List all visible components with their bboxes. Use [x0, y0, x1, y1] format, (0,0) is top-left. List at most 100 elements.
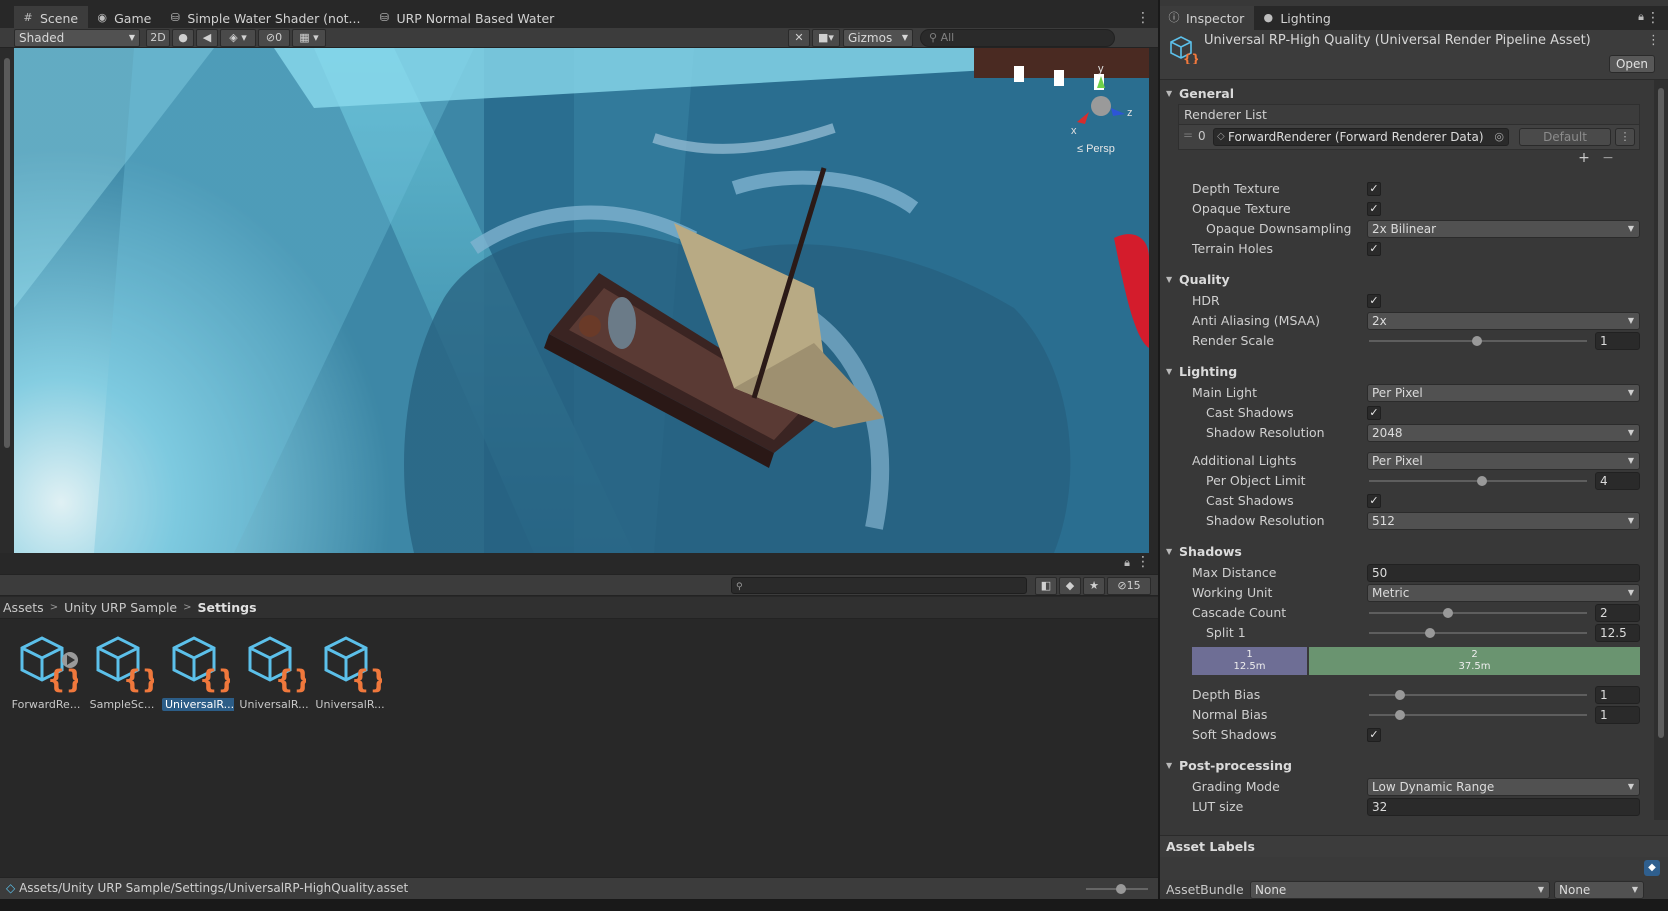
breadcrumb-assets[interactable]: Assets	[3, 600, 44, 615]
section-quality[interactable]: Quality	[1160, 271, 1654, 289]
depth-texture-checkbox[interactable]: ✓	[1367, 182, 1381, 196]
hidden-count: 0	[275, 31, 283, 44]
filter-label-icon[interactable]: ◆	[1059, 577, 1081, 595]
open-button[interactable]: Open	[1608, 55, 1655, 73]
remove-renderer-icon[interactable]: −	[1596, 150, 1620, 168]
section-general[interactable]: General	[1160, 85, 1654, 103]
slider-knob[interactable]	[1395, 690, 1405, 700]
split1-input[interactable]: 12.5	[1595, 624, 1640, 642]
slider-knob[interactable]	[1395, 710, 1405, 720]
favorite-icon[interactable]: ★	[1083, 577, 1105, 595]
renderer-menu-icon[interactable]: ⋮	[1615, 128, 1635, 146]
draw-mode-dropdown[interactable]: Shaded ▼	[14, 29, 140, 47]
soft-shadows-checkbox[interactable]: ✓	[1367, 728, 1381, 742]
more-icon[interactable]: ⋮	[1646, 10, 1660, 26]
main-cast-shadows-checkbox[interactable]: ✓	[1367, 406, 1381, 420]
lock-icon[interactable]: 🔒︎	[1124, 556, 1130, 570]
toggle-2d-button[interactable]: 2D	[146, 29, 170, 47]
asset-labels-header[interactable]: Asset Labels	[1160, 835, 1668, 857]
working-unit-dropdown[interactable]: Metric ▼	[1367, 584, 1640, 602]
eye-hidden-icon: ⊘	[1117, 579, 1127, 592]
additional-lights-dropdown[interactable]: Per Pixel ▼	[1367, 452, 1640, 470]
scene-scrollbar[interactable]	[0, 48, 14, 553]
asset-bundle-variant-dropdown[interactable]: None ▼	[1554, 881, 1644, 899]
section-shadows[interactable]: Shadows	[1160, 543, 1654, 561]
cascade-count-slider[interactable]	[1369, 612, 1587, 614]
additional-cast-shadows-checkbox[interactable]: ✓	[1367, 494, 1381, 508]
asset-universal-rp-high[interactable]: {} UniversalR...	[162, 630, 236, 711]
asset-sample-scene[interactable]: {} SampleSc...	[86, 630, 160, 711]
tab-inspector[interactable]: ⓘ Inspector	[1160, 6, 1255, 30]
main-light-dropdown[interactable]: Per Pixel ▼	[1367, 384, 1640, 402]
tab-game[interactable]: ◉ Game	[88, 6, 161, 30]
opaque-texture-checkbox[interactable]: ✓	[1367, 202, 1381, 216]
add-renderer-icon[interactable]: +	[1572, 150, 1596, 168]
main-shadow-resolution-dropdown[interactable]: 2048 ▼	[1367, 424, 1640, 442]
label-tag-icon[interactable]: ◆	[1644, 860, 1660, 876]
grid-toggle-icon[interactable]: ▦ ▾	[292, 29, 326, 47]
visibility-toggle[interactable]: ⊘0	[258, 29, 290, 47]
cascade-2[interactable]: 2 37.5m	[1309, 647, 1640, 675]
effects-toggle-icon[interactable]: ◈ ▾	[220, 29, 256, 47]
camera-icon[interactable]: ■▾	[812, 29, 840, 47]
split1-slider[interactable]	[1369, 632, 1587, 634]
per-object-limit-input[interactable]: 4	[1595, 472, 1640, 490]
normal-bias-input[interactable]: 1	[1595, 706, 1640, 724]
scroll-thumb[interactable]	[4, 58, 10, 448]
section-post-processing[interactable]: Post-processing	[1160, 757, 1654, 775]
opaque-downsampling-dropdown[interactable]: 2x Bilinear ▼	[1367, 220, 1640, 238]
additional-shadow-resolution-dropdown[interactable]: 512 ▼	[1367, 512, 1640, 530]
object-picker-icon[interactable]: ◎	[1494, 129, 1504, 145]
scene-viewport[interactable]: y z x ≤ Persp	[14, 48, 1149, 553]
cascade-bar[interactable]: 1 12.5m 2 37.5m	[1192, 647, 1640, 675]
more-icon[interactable]: ⋮	[1136, 554, 1150, 570]
asset-forward-renderer[interactable]: {} ForwardRe...	[10, 630, 84, 711]
breadcrumb-unity-urp-sample[interactable]: Unity URP Sample	[64, 600, 177, 615]
breadcrumb-settings[interactable]: Settings	[198, 600, 257, 615]
lock-icon[interactable]: 🔒︎	[1638, 10, 1644, 24]
render-scale-input[interactable]: 1	[1595, 332, 1640, 350]
depth-bias-input[interactable]: 1	[1595, 686, 1640, 704]
tab-scene[interactable]: # Scene	[14, 6, 89, 30]
hidden-packages-toggle[interactable]: ⊘15	[1107, 577, 1151, 595]
renderer-list-item[interactable]: = 0 ◇ ForwardRenderer (Forward Renderer …	[1179, 125, 1639, 149]
drag-handle-icon[interactable]: =	[1183, 128, 1193, 142]
hdr-checkbox[interactable]: ✓	[1367, 294, 1381, 308]
icon-size-slider[interactable]	[1086, 884, 1148, 894]
asset-bundle-dropdown[interactable]: None ▼	[1250, 881, 1550, 899]
section-lighting[interactable]: Lighting	[1160, 363, 1654, 381]
lighting-toggle-icon[interactable]: ●	[172, 29, 194, 47]
slider-knob[interactable]	[1116, 884, 1126, 894]
scroll-thumb[interactable]	[1658, 88, 1664, 738]
tab-lighting[interactable]: ● Lighting	[1254, 6, 1341, 30]
lut-size-input[interactable]: 32	[1367, 798, 1640, 816]
max-distance-input[interactable]: 50	[1367, 564, 1640, 582]
slider-knob[interactable]	[1477, 476, 1487, 486]
slider-knob[interactable]	[1425, 628, 1435, 638]
orientation-gizmo[interactable]: y z x ≤ Persp	[1067, 54, 1137, 164]
scene-search-input[interactable]: ⚲ All	[920, 29, 1115, 47]
tools-icon[interactable]: ✕	[788, 29, 810, 47]
projection-label[interactable]: ≤ Persp	[1077, 143, 1115, 155]
inspector-scrollbar[interactable]	[1654, 80, 1668, 820]
gizmos-dropdown[interactable]: Gizmos ▼	[843, 29, 913, 47]
asset-universal-rp-2[interactable]: {} UniversalR...	[238, 630, 312, 711]
grading-mode-dropdown[interactable]: Low Dynamic Range ▼	[1367, 778, 1640, 796]
more-icon[interactable]: ⋮	[1647, 33, 1660, 48]
slider-knob[interactable]	[1443, 608, 1453, 618]
cascade-count-input[interactable]: 2	[1595, 604, 1640, 622]
asset-universal-rp-3[interactable]: {} UniversalR...	[314, 630, 388, 711]
project-search-input[interactable]: ⚲	[731, 577, 1027, 594]
set-default-button[interactable]: Default	[1519, 128, 1611, 146]
filter-type-icon[interactable]: ◧	[1035, 577, 1057, 595]
cascade-splits-bar[interactable]: 1 12.5m 2 37.5m	[1160, 647, 1654, 675]
tab-simple-water-shader[interactable]: ⛁ Simple Water Shader (not...	[161, 6, 370, 30]
msaa-dropdown[interactable]: 2x ▼	[1367, 312, 1640, 330]
renderer-object-field[interactable]: ◇ ForwardRenderer (Forward Renderer Data…	[1213, 128, 1509, 146]
cascade-1[interactable]: 1 12.5m	[1192, 647, 1307, 675]
tab-urp-normal-water[interactable]: ⛁ URP Normal Based Water	[370, 6, 564, 30]
audio-toggle-icon[interactable]: ◀	[196, 29, 218, 47]
terrain-holes-checkbox[interactable]: ✓	[1367, 242, 1381, 256]
more-icon[interactable]: ⋮	[1136, 10, 1150, 26]
slider-knob[interactable]	[1472, 336, 1482, 346]
